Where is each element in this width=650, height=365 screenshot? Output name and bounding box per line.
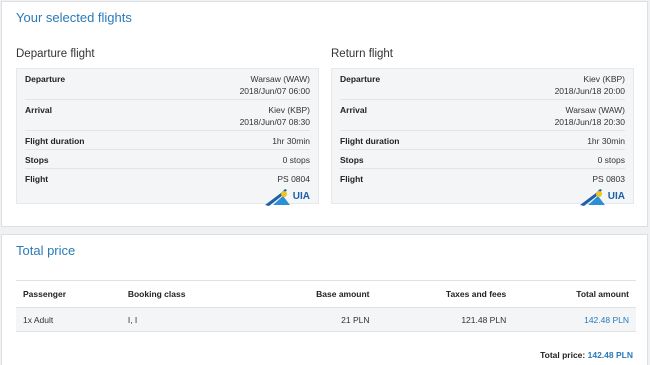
- uia-logo-text: UIA: [607, 191, 625, 202]
- departure-city: Warsaw (WAW): [250, 74, 311, 84]
- arrival-value: Warsaw (WAW) 2018/Jun/18 20:30: [554, 104, 626, 127]
- departure-value: Kiev (KBP) 2018/Jun/18 20:00: [554, 73, 625, 96]
- departure-label: Departure: [340, 74, 381, 84]
- arrival-label: Arrival: [25, 105, 52, 115]
- uia-airline-logo: UIA: [578, 187, 625, 207]
- stops-value: 0 stops: [282, 155, 310, 165]
- duration-value: 1hr 30min: [587, 136, 625, 146]
- flight-label: Flight: [340, 174, 364, 184]
- table-row: 1x Adult I, I 21 PLN 121.48 PLN 142.48 P…: [16, 307, 636, 332]
- uia-plane-icon: [579, 189, 605, 206]
- uia-airline-logo: UIA: [263, 187, 310, 207]
- arrival-value: Kiev (KBP) 2018/Jun/07 08:30: [239, 104, 310, 127]
- arrival-row: Arrival Kiev (KBP) 2018/Jun/07 08:30: [25, 100, 310, 131]
- arrival-row: Arrival Warsaw (WAW) 2018/Jun/18 20:30: [340, 100, 625, 131]
- return-flight-heading: Return flight: [331, 48, 394, 60]
- return-flight-section: Return flight Departure Kiev (KBP) 2018/…: [331, 48, 634, 206]
- stops-label: Stops: [340, 155, 364, 165]
- stops-label: Stops: [25, 155, 49, 165]
- departure-datetime: 2018/Jun/07 06:00: [239, 86, 310, 96]
- cell-total-amount[interactable]: 142.48 PLN: [513, 307, 636, 332]
- duration-row: Flight duration 1hr 30min: [340, 131, 625, 150]
- departure-city: Kiev (KBP): [583, 74, 625, 84]
- selected-flights-title: Your selected flights: [16, 10, 132, 25]
- departure-value: Warsaw (WAW) 2018/Jun/07 06:00: [239, 73, 311, 96]
- flight-label: Flight: [25, 174, 49, 184]
- cell-booking-class: I, I: [120, 307, 253, 332]
- uia-plane-icon: [264, 189, 290, 206]
- flight-value: PS 0804 UIA: [263, 173, 310, 206]
- col-total-amount: Total amount: [513, 280, 636, 308]
- departure-flight-heading: Departure flight: [16, 48, 95, 60]
- departure-datetime: 2018/Jun/18 20:00: [554, 86, 625, 96]
- flight-number: PS 0803: [592, 174, 625, 184]
- cell-taxes-fees: 121.48 PLN: [376, 307, 514, 332]
- departure-flight-section: Departure flight Departure Warsaw (WAW) …: [16, 48, 319, 206]
- duration-label: Flight duration: [340, 136, 400, 146]
- departure-row: Departure Warsaw (WAW) 2018/Jun/07 06:00: [25, 69, 310, 100]
- col-taxes-fees: Taxes and fees: [376, 280, 514, 308]
- flight-value: PS 0803 UIA: [578, 173, 625, 206]
- departure-label: Departure: [25, 74, 66, 84]
- selected-flights-panel: Your selected flights Departure flight D…: [1, 1, 648, 227]
- price-table-wrapper: Passenger Booking class Base amount Taxe…: [16, 280, 636, 332]
- price-table-header: Passenger Booking class Base amount Taxe…: [16, 280, 636, 308]
- arrival-label: Arrival: [340, 105, 367, 115]
- duration-row: Flight duration 1hr 30min: [25, 131, 310, 150]
- cell-passenger: 1x Adult: [16, 307, 121, 332]
- arrival-datetime: 2018/Jun/18 20:30: [554, 117, 625, 127]
- stops-value: 0 stops: [597, 155, 625, 165]
- total-price-panel: Total price Passenger Booking class Base…: [1, 234, 648, 365]
- total-price-title: Total price: [16, 243, 76, 258]
- stops-row: Stops 0 stops: [340, 150, 625, 169]
- price-table: Passenger Booking class Base amount Taxe…: [16, 280, 636, 332]
- grand-total: Total price: 142.48 PLN: [540, 350, 633, 360]
- duration-value: 1hr 30min: [272, 136, 310, 146]
- grand-total-value: 142.48 PLN: [587, 350, 633, 360]
- stops-row: Stops 0 stops: [25, 150, 310, 169]
- duration-label: Flight duration: [25, 136, 85, 146]
- arrival-city: Kiev (KBP): [268, 105, 310, 115]
- col-booking-class: Booking class: [120, 280, 253, 308]
- col-passenger: Passenger: [16, 280, 121, 308]
- flight-number-row: Flight PS 0804 UIA: [25, 169, 310, 206]
- flight-number-row: Flight PS 0803 UIA: [340, 169, 625, 206]
- arrival-city: Warsaw (WAW): [565, 105, 626, 115]
- departure-row: Departure Kiev (KBP) 2018/Jun/18 20:00: [340, 69, 625, 100]
- cell-base-amount: 21 PLN: [252, 307, 377, 332]
- grand-total-label: Total price:: [540, 350, 586, 360]
- col-base-amount: Base amount: [252, 280, 377, 308]
- uia-logo-text: UIA: [292, 191, 310, 202]
- return-flight-details: Departure Kiev (KBP) 2018/Jun/18 20:00 A…: [331, 68, 634, 206]
- flight-number: PS 0804: [277, 174, 310, 184]
- departure-flight-details: Departure Warsaw (WAW) 2018/Jun/07 06:00…: [16, 68, 319, 206]
- arrival-datetime: 2018/Jun/07 08:30: [239, 117, 310, 127]
